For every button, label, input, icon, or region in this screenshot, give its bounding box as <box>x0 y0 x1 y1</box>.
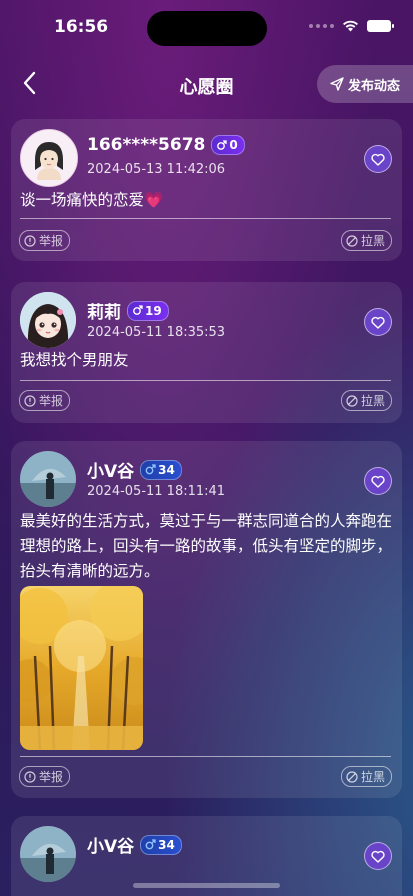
heart-icon <box>371 153 385 166</box>
post-card: 小V谷 34 2024-05-11 18:11:41 最美好的生活方式，莫过于与… <box>11 441 402 798</box>
user-info: 166****5678 0 <box>87 135 245 155</box>
heart-icon <box>371 316 385 329</box>
post-content: 最美好的生活方式，莫过于与一群志同道合的人奔跑在理想的路上，回头有一路的故事，低… <box>20 512 393 580</box>
post-photo[interactable] <box>20 586 143 750</box>
avatar[interactable] <box>20 451 76 507</box>
warning-icon <box>24 394 36 407</box>
username[interactable]: 小V谷 <box>87 832 134 857</box>
report-button[interactable]: 举报 <box>19 766 71 787</box>
gender-symbol-icon <box>133 305 143 315</box>
avatar[interactable] <box>20 129 78 187</box>
signal-icon <box>309 23 334 28</box>
like-button[interactable] <box>364 467 392 495</box>
home-indicator <box>133 883 280 888</box>
male-icon <box>145 839 156 850</box>
block-button[interactable]: 拉黑 <box>340 390 392 411</box>
block-label: 拉黑 <box>360 234 385 248</box>
gender-symbol-icon <box>217 139 228 150</box>
warning-icon <box>24 770 36 783</box>
gender-badge: 19 <box>127 300 169 321</box>
warning-icon <box>24 234 36 247</box>
status-bar: 16:56 <box>0 0 413 56</box>
nav-bar: 心愿圈 发布动态 <box>0 62 413 106</box>
like-button[interactable] <box>364 842 392 870</box>
dynamic-island <box>147 11 267 46</box>
gender-badge: 34 <box>140 459 182 480</box>
status-time: 16:56 <box>54 17 109 37</box>
badge-count: 19 <box>145 303 162 318</box>
post-date: 2024-05-11 18:11:41 <box>87 484 226 499</box>
post-card: 莉莉 19 2024-05-11 18:35:53 我想找个男朋友 举报 拉黑 <box>11 282 402 423</box>
post-content: 谈一场痛快的恋爱💗 <box>20 191 164 209</box>
user-info: 小V谷 34 <box>87 832 182 857</box>
post-card: 166****5678 0 2024-05-13 11:42:06 谈一场痛快的… <box>11 119 402 261</box>
post-button[interactable]: 发布动态 <box>317 65 413 103</box>
post-content: 我想找个男朋友 <box>20 351 129 369</box>
block-icon <box>346 394 358 407</box>
user-info: 莉莉 19 <box>87 298 169 323</box>
send-icon <box>330 77 344 91</box>
badge-count: 34 <box>158 462 175 477</box>
like-button[interactable] <box>364 145 392 173</box>
block-icon <box>346 234 358 247</box>
username[interactable]: 166****5678 <box>87 135 205 155</box>
block-label: 拉黑 <box>360 394 385 408</box>
report-label: 举报 <box>39 770 64 784</box>
report-label: 举报 <box>39 234 64 248</box>
report-button[interactable]: 举报 <box>19 230 71 251</box>
badge-count: 34 <box>158 837 175 852</box>
block-button[interactable]: 拉黑 <box>340 766 392 787</box>
report-button[interactable]: 举报 <box>19 390 71 411</box>
heart-icon <box>371 850 385 863</box>
post-date: 2024-05-13 11:42:06 <box>87 162 226 177</box>
block-icon <box>346 770 358 783</box>
avatar[interactable] <box>20 292 76 348</box>
heart-icon <box>371 475 385 488</box>
divider <box>20 218 391 219</box>
username[interactable]: 莉莉 <box>87 298 121 323</box>
badge-count: 0 <box>229 138 238 152</box>
like-button[interactable] <box>364 308 392 336</box>
username[interactable]: 小V谷 <box>87 457 134 482</box>
report-label: 举报 <box>39 394 64 408</box>
avatar[interactable] <box>20 826 76 882</box>
male-icon <box>145 464 156 475</box>
post-date: 2024-05-11 18:35:53 <box>87 325 226 340</box>
user-info: 小V谷 34 <box>87 457 182 482</box>
post-button-label: 发布动态 <box>347 78 400 94</box>
divider <box>20 380 391 381</box>
block-label: 拉黑 <box>360 770 385 784</box>
gender-badge: 0 <box>211 135 245 155</box>
block-button[interactable]: 拉黑 <box>340 230 392 251</box>
wifi-icon <box>343 20 358 32</box>
divider <box>20 756 391 757</box>
gender-badge: 34 <box>140 834 182 855</box>
battery-icon <box>367 19 394 32</box>
status-icons <box>309 19 394 32</box>
